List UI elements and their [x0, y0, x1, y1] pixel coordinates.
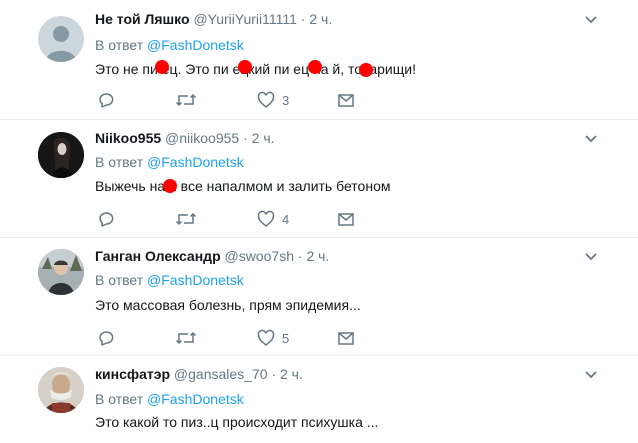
reply-feed: Не той Ляшко @YuriiYurii11111 · 2 ч. В о…: [0, 0, 638, 443]
envelope-icon: [338, 94, 354, 107]
like-count: 5: [282, 330, 290, 346]
redaction-mark: [155, 60, 169, 74]
timestamp[interactable]: 2 ч.: [252, 130, 275, 146]
direct-message-button[interactable]: [337, 90, 355, 110]
display-name[interactable]: Ганган Олександр: [95, 248, 221, 264]
user-photo-icon: [38, 367, 84, 413]
tweet-3[interactable]: Ганган Олександр @swoo7sh · 2 ч. В ответ…: [0, 237, 638, 356]
reply-context: В ответ @FashDonetsk: [95, 37, 244, 53]
reply-context: В ответ @FashDonetsk: [95, 391, 244, 407]
tweet-2[interactable]: Niikoo955 @niikoo955 · 2 ч. В ответ @Fas…: [0, 119, 638, 238]
reply-prefix: В ответ: [95, 272, 144, 288]
chevron-down-icon[interactable]: [584, 252, 598, 262]
envelope-icon: [338, 213, 354, 226]
tweet-header: Не той Ляшко @YuriiYurii11111 · 2 ч.: [95, 11, 332, 27]
redaction-mark: [308, 60, 322, 74]
username[interactable]: @YuriiYurii11111: [193, 11, 296, 27]
tweet-actions: 3: [95, 90, 375, 110]
tweet-header: Ганган Олександр @swoo7sh · 2 ч.: [95, 248, 329, 264]
chevron-down-icon[interactable]: [584, 370, 598, 380]
reply-prefix: В ответ: [95, 154, 144, 170]
username[interactable]: @swoo7sh: [225, 248, 294, 264]
display-name[interactable]: Niikoo955: [95, 130, 161, 146]
separator-dot: ·: [271, 366, 277, 382]
direct-message-button[interactable]: [337, 328, 355, 348]
user-avatar[interactable]: [38, 132, 84, 178]
username[interactable]: @gansales_70: [174, 366, 268, 382]
chevron-down-icon[interactable]: [584, 15, 598, 25]
separator-dot: ·: [297, 248, 303, 264]
reply-button[interactable]: [98, 209, 116, 229]
reply-prefix: В ответ: [95, 37, 144, 53]
retweet-button[interactable]: [175, 209, 197, 229]
redaction-mark: [163, 179, 177, 193]
like-button[interactable]: 4: [257, 209, 289, 229]
tweet-text: Это массовая болезнь, прям эпидемия...: [95, 297, 361, 313]
default-profile-icon: [45, 26, 77, 62]
tweet-actions: 5: [95, 328, 375, 348]
chevron-down-icon[interactable]: [584, 134, 598, 144]
reply-context: В ответ @FashDonetsk: [95, 272, 244, 288]
display-name[interactable]: кинсфатэр: [95, 366, 170, 382]
tweet-text: Выжечь на й все напалмом и залить бетоно…: [95, 178, 391, 194]
retweet-button[interactable]: [175, 328, 197, 348]
separator-dot: ·: [300, 11, 306, 27]
reply-mention-link[interactable]: @FashDonetsk: [147, 154, 244, 170]
reply-button[interactable]: [98, 90, 116, 110]
timestamp[interactable]: 2 ч.: [306, 248, 329, 264]
separator-dot: ·: [243, 130, 248, 146]
display-name[interactable]: Не той Ляшко: [95, 11, 190, 27]
like-count: 4: [282, 211, 290, 227]
direct-message-button[interactable]: [337, 209, 355, 229]
reply-icon: [99, 212, 114, 227]
envelope-icon: [338, 332, 354, 345]
retweet-button[interactable]: [175, 90, 197, 110]
tweet-4[interactable]: кинсфатэр @gansales_70 · 2 ч. В ответ @F…: [0, 355, 638, 443]
user-avatar[interactable]: [38, 249, 84, 295]
reply-icon: [99, 93, 114, 108]
reply-prefix: В ответ: [95, 391, 144, 407]
like-button[interactable]: 3: [257, 90, 289, 110]
redaction-mark: [359, 63, 373, 77]
retweet-icon: [175, 212, 197, 226]
username[interactable]: @niikoo955: [165, 130, 239, 146]
tweet-header: кинсфатэр @gansales_70 · 2 ч.: [95, 366, 303, 382]
user-photo-icon: [38, 249, 84, 295]
reply-context: В ответ @FashDonetsk: [95, 154, 244, 170]
default-avatar[interactable]: [38, 16, 84, 62]
tweet-actions: 4: [95, 209, 375, 229]
tweet-header: Niikoo955 @niikoo955 · 2 ч.: [95, 130, 275, 146]
reply-mention-link[interactable]: @FashDonetsk: [147, 391, 244, 407]
reply-icon: [99, 331, 114, 346]
reply-mention-link[interactable]: @FashDonetsk: [147, 37, 244, 53]
timestamp[interactable]: 2 ч.: [309, 11, 332, 27]
reply-button[interactable]: [98, 328, 116, 348]
redaction-mark: [238, 60, 252, 74]
heart-icon: [257, 210, 275, 227]
user-photo-icon: [38, 132, 84, 178]
heart-icon: [257, 91, 275, 108]
timestamp[interactable]: 2 ч.: [280, 366, 303, 382]
user-avatar[interactable]: [38, 367, 84, 413]
retweet-icon: [175, 331, 197, 345]
tweet-1[interactable]: Не той Ляшко @YuriiYurii11111 · 2 ч. В о…: [0, 0, 638, 120]
like-count: 3: [282, 92, 290, 108]
like-button[interactable]: 5: [257, 328, 289, 348]
retweet-icon: [175, 93, 197, 107]
heart-icon: [257, 329, 275, 346]
tweet-text: Это какой то пиз..ц происходит психушка …: [95, 414, 379, 430]
reply-mention-link[interactable]: @FashDonetsk: [147, 272, 244, 288]
